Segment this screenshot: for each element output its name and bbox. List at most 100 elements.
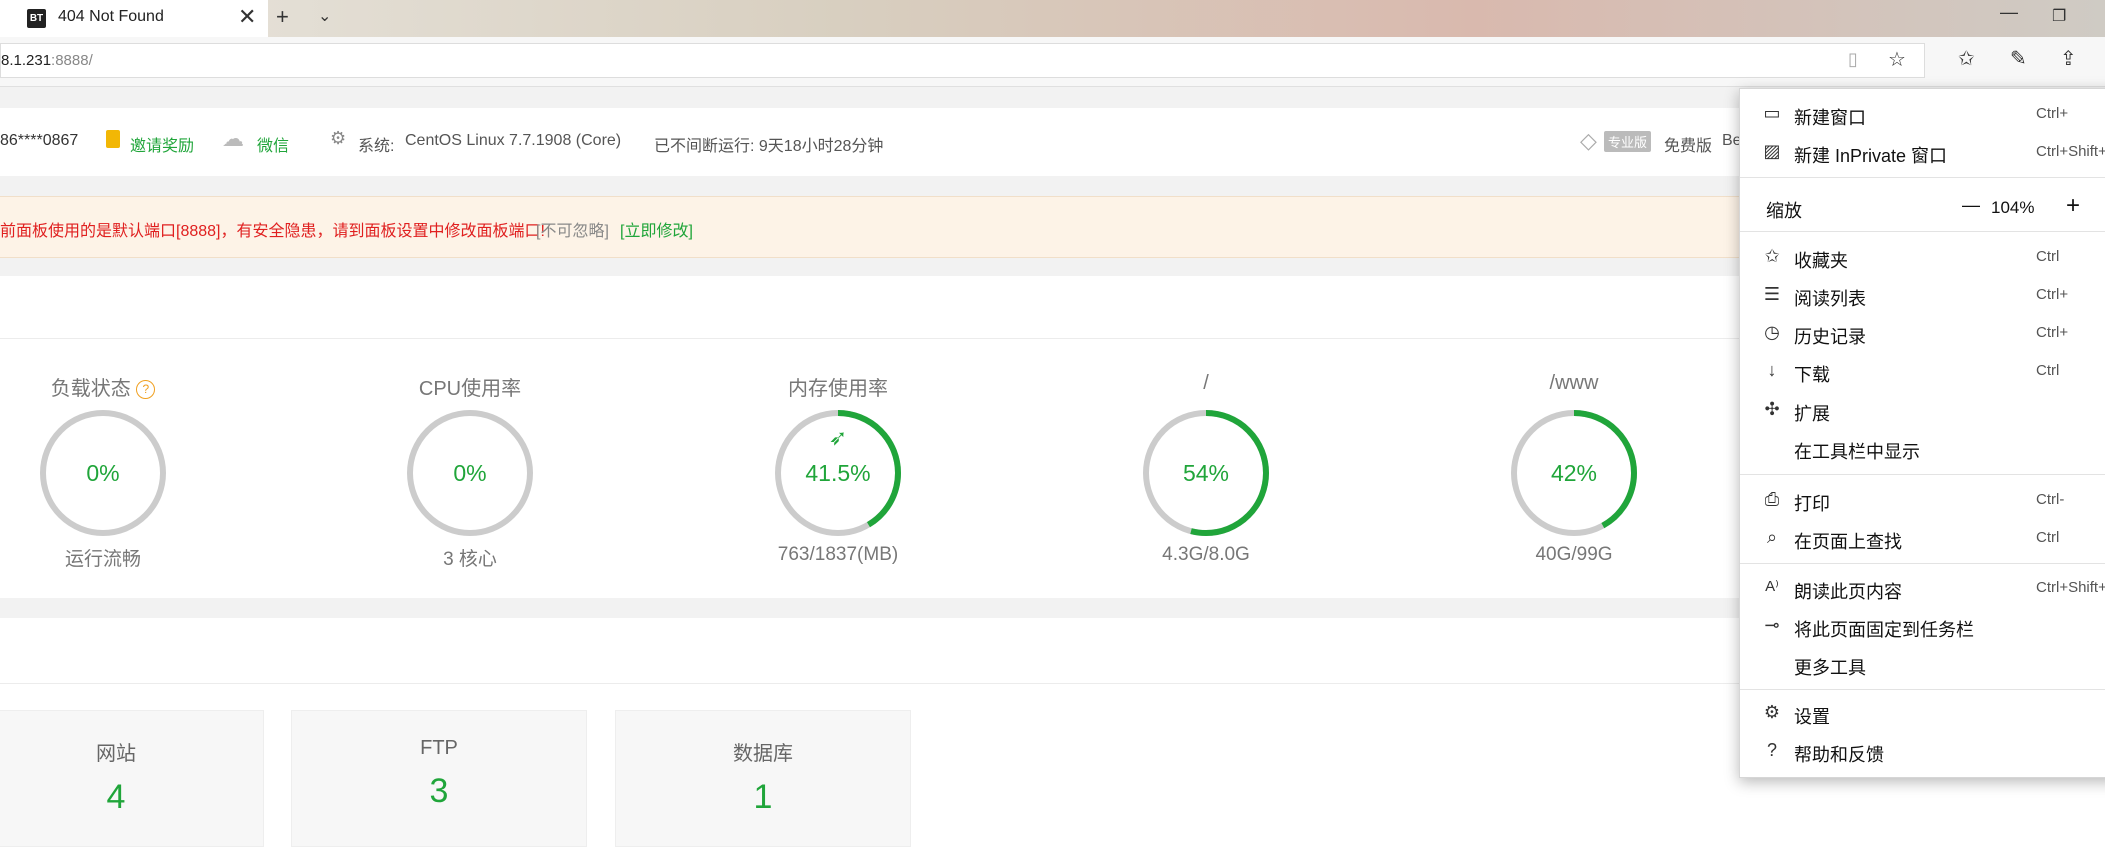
count-value[interactable]: 1: [616, 778, 910, 817]
pro-badge[interactable]: 专业版: [1604, 131, 1652, 152]
gauge-cpu[interactable]: CPU使用率 0% 3 核心: [320, 372, 620, 571]
warning-text: 前面板使用的是默认端口[8888]，有安全隐患，请到面板设置中修改面板端口!: [0, 223, 545, 240]
gear-icon: ⚙: [1763, 702, 1781, 722]
gauge-title: /www: [1549, 372, 1599, 394]
zoom-in-button[interactable]: +: [2066, 192, 2080, 220]
menu-history[interactable]: ◷ 历史记录 Ctrl+: [1740, 316, 2105, 352]
menu-divider: [1740, 231, 2105, 232]
user-phone: 86****0867: [0, 132, 79, 149]
count-label: 网站: [96, 743, 136, 765]
url-field[interactable]: 8.1.231:8888/ ▯ ☆: [0, 43, 1925, 78]
menu-shortcut: Ctrl+Shift+: [2036, 579, 2105, 596]
tab-list-chevron-icon[interactable]: ⌄: [318, 6, 331, 26]
menu-reading-list[interactable]: ☰ 阅读列表 Ctrl+: [1740, 278, 2105, 314]
read-aloud-icon: A⁾: [1765, 578, 1779, 595]
menu-favorites[interactable]: ✩ 收藏夹 Ctrl: [1740, 240, 2105, 276]
search-icon: ⌕: [1766, 527, 1778, 547]
menu-pin-taskbar[interactable]: ⊸ 将此页面固定到任务栏: [1740, 609, 2105, 645]
gauge-disk-root[interactable]: / 54% 4.3G/8.0G: [1056, 372, 1356, 566]
menu-label: 打印: [1794, 494, 1830, 514]
count-value[interactable]: 4: [0, 778, 263, 817]
favorites-icon: ✩: [1764, 246, 1780, 266]
gauge-sub: 3 核心: [443, 549, 497, 570]
menu-shortcut: Ctrl+Shift+: [2036, 143, 2105, 160]
new-tab-icon[interactable]: +: [276, 4, 289, 30]
gauge-value: 54%: [1183, 460, 1229, 486]
browser-more-menu: ▭ 新建窗口 Ctrl+ ▨ 新建 InPrivate 窗口 Ctrl+Shif…: [1739, 88, 2105, 778]
count-card-websites[interactable]: 网站 4: [0, 710, 264, 847]
menu-new-inprivate[interactable]: ▨ 新建 InPrivate 窗口 Ctrl+Shift+: [1740, 135, 2105, 171]
free-version-label: 免费版: [1664, 138, 1713, 155]
menu-shortcut: Ctrl: [2036, 362, 2060, 379]
wechat-link[interactable]: 微信: [257, 132, 289, 156]
menu-more-tools[interactable]: 更多工具: [1740, 647, 2105, 683]
history-icon: ◷: [1764, 322, 1780, 342]
gear-icon: ⚙: [330, 128, 347, 148]
menu-label: 扩展: [1794, 404, 1830, 424]
print-icon: ⎙: [1764, 489, 1780, 509]
restore-icon[interactable]: ❐: [2052, 6, 2066, 26]
count-label: 数据库: [733, 743, 793, 765]
wechat-icon: ☁: [222, 126, 244, 151]
menu-label: 新建窗口: [1794, 108, 1866, 128]
menu-downloads[interactable]: ↓ 下载 Ctrl: [1740, 354, 2105, 390]
count-value[interactable]: 3: [292, 772, 586, 811]
zoom-level: 104%: [1991, 198, 2035, 217]
menu-settings[interactable]: ⚙ 设置: [1740, 696, 2105, 732]
gift-icon: [106, 130, 120, 148]
menu-divider: [1740, 689, 2105, 690]
menu-read-aloud[interactable]: A⁾ 朗读此页内容 Ctrl+Shift+: [1740, 571, 2105, 607]
menu-shortcut: Ctrl-: [2036, 491, 2065, 508]
gauge-ring: 0%: [40, 410, 166, 536]
rocket-icon: ➶: [829, 425, 847, 450]
menu-help[interactable]: ? 帮助和反馈: [1740, 734, 2105, 770]
gauge-ring: 54%: [1143, 410, 1269, 536]
menu-label: 在页面上查找: [1794, 532, 1902, 552]
menu-show-in-toolbar[interactable]: 在工具栏中显示: [1740, 431, 2105, 467]
gauge-value: 0%: [453, 460, 486, 486]
gauge-disk-www[interactable]: /www 42% 40G/99G: [1424, 372, 1724, 566]
gauge-sub: 4.3G/8.0G: [1162, 544, 1250, 565]
menu-label: 缩放: [1766, 201, 1802, 221]
inprivate-icon: ▨: [1763, 141, 1781, 161]
favorite-star-icon[interactable]: ☆: [1888, 47, 1906, 72]
zoom-out-button[interactable]: —: [1962, 195, 1980, 216]
gauge-ring: ➶ 41.5%: [775, 410, 901, 536]
gauge-sub: 运行流畅: [64, 549, 141, 570]
system-value: CentOS Linux 7.7.1908 (Core): [405, 132, 622, 149]
menu-label: 收藏夹: [1794, 251, 1848, 271]
gauge-memory[interactable]: 内存使用率 ➶ 41.5% 763/1837(MB): [688, 372, 988, 566]
warning-fix-link[interactable]: [立即修改]: [620, 217, 693, 241]
menu-divider: [1740, 474, 2105, 475]
gauge-value: 42%: [1551, 460, 1597, 486]
close-tab-icon[interactable]: ✕: [238, 4, 256, 30]
pen-icon[interactable]: ✎: [2010, 46, 2027, 71]
menu-extensions[interactable]: ✣ 扩展: [1740, 393, 2105, 429]
count-card-database[interactable]: 数据库 1: [615, 710, 911, 847]
menu-label: 将此页面固定到任务栏: [1794, 620, 1974, 640]
gauge-load[interactable]: 负载状态 ? 0% 运行流畅: [0, 372, 253, 571]
menu-shortcut: Ctrl+: [2036, 324, 2069, 341]
menu-print[interactable]: ⎙ 打印 Ctrl-: [1740, 483, 2105, 519]
menu-new-window[interactable]: ▭ 新建窗口 Ctrl+: [1740, 97, 2105, 133]
menu-find[interactable]: ⌕ 在页面上查找 Ctrl: [1740, 521, 2105, 557]
menu-label: 在工具栏中显示: [1794, 442, 1920, 462]
share-icon[interactable]: ⇪: [2060, 46, 2077, 71]
gauge-ring: 0%: [407, 410, 533, 536]
menu-label: 下载: [1794, 365, 1830, 385]
count-card-ftp[interactable]: FTP 3: [291, 710, 587, 847]
menu-divider: [1740, 177, 2105, 178]
reading-list-icon: ☰: [1763, 284, 1781, 304]
download-icon: ↓: [1767, 360, 1777, 380]
warning-ignore: [不可忽略]: [536, 223, 609, 240]
browser-tab[interactable]: BT 404 Not Found ✕: [0, 0, 268, 37]
count-label: FTP: [420, 737, 458, 759]
invite-link[interactable]: 邀请奖励: [130, 132, 194, 156]
uptime-text: 已不间断运行: 9天18小时28分钟: [654, 138, 884, 155]
gauge-title: CPU使用率: [418, 378, 522, 400]
help-icon[interactable]: ?: [136, 380, 156, 400]
gauge-title: /: [1203, 372, 1209, 394]
reading-view-icon[interactable]: ▯: [1848, 49, 1858, 70]
minimize-icon[interactable]: —: [2000, 2, 2018, 23]
favorites-bar-icon[interactable]: ✩: [1958, 46, 1975, 71]
